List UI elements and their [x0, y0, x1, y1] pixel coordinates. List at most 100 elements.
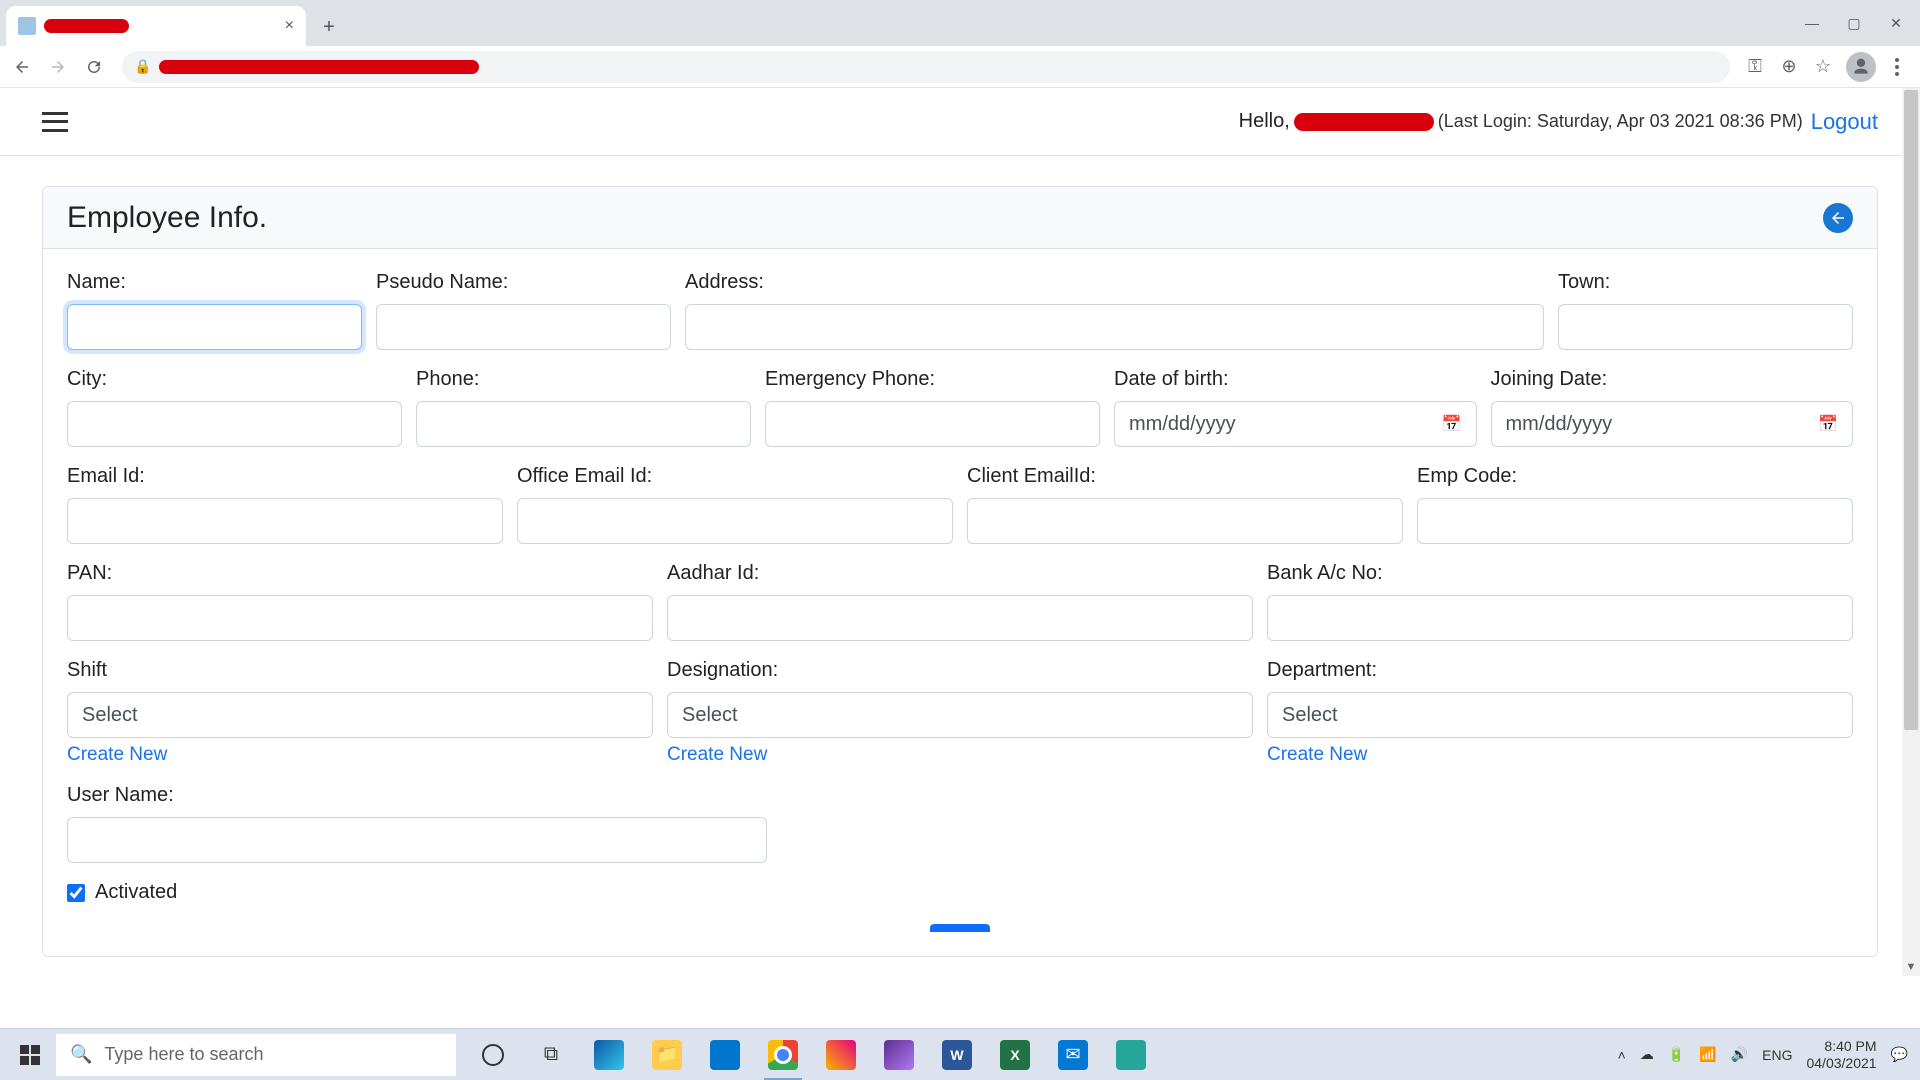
tray-chevron-icon[interactable]: ˄ [1618, 1047, 1626, 1063]
task-view-button[interactable]: ⧉ [522, 1029, 580, 1080]
pan-input[interactable] [67, 595, 653, 641]
tray-notifications-icon[interactable]: 💬 [1891, 1046, 1908, 1063]
search-icon: 🔍 [70, 1044, 92, 1065]
activated-label: Activated [95, 881, 177, 904]
activated-checkbox[interactable] [67, 884, 85, 902]
scroll-thumb[interactable] [1904, 90, 1918, 730]
pseudo-name-label: Pseudo Name: [376, 271, 671, 294]
office-email-label: Office Email Id: [517, 465, 953, 488]
visual-studio-taskbar-icon[interactable] [870, 1029, 928, 1080]
town-label: Town: [1558, 271, 1853, 294]
back-button[interactable] [1823, 203, 1853, 233]
page-scrollbar[interactable]: ▲ ▼ [1902, 88, 1920, 976]
office-email-input[interactable] [517, 498, 953, 544]
name-input[interactable] [67, 304, 362, 350]
window-maximize-button[interactable]: ▢ [1834, 7, 1874, 39]
email-input[interactable] [67, 498, 503, 544]
city-label: City: [67, 368, 402, 391]
bookmark-star-icon[interactable]: ☆ [1812, 56, 1834, 78]
aadhar-input[interactable] [667, 595, 1253, 641]
excel-taskbar-icon[interactable]: X [986, 1029, 1044, 1080]
mail-taskbar-icon[interactable]: ✉ [1044, 1029, 1102, 1080]
shift-create-new-link[interactable]: Create New [67, 744, 653, 766]
tray-wifi-icon[interactable]: 📶 [1699, 1046, 1716, 1063]
tab-title-redacted [44, 19, 129, 33]
url-omnibox[interactable]: 🔒 [122, 51, 1730, 83]
phone-input[interactable] [416, 401, 751, 447]
taskbar-search[interactable]: 🔍 Type here to search [56, 1034, 456, 1076]
city-input[interactable] [67, 401, 402, 447]
card-title: Employee Info. [67, 201, 267, 235]
logout-link[interactable]: Logout [1811, 109, 1878, 135]
windows-taskbar: 🔍 Type here to search ⧉ 📁 W X ✉ ˄ ☁ 🔋 📶 … [0, 1028, 1920, 1080]
client-email-input[interactable] [967, 498, 1403, 544]
designation-create-new-link[interactable]: Create New [667, 744, 1253, 766]
zoom-icon[interactable]: ⊕ [1778, 56, 1800, 78]
calendar-icon[interactable]: 📅 [1442, 414, 1462, 434]
app2-taskbar-icon[interactable] [1102, 1029, 1160, 1080]
designation-select[interactable]: Select [667, 692, 1253, 738]
new-tab-button[interactable]: + [314, 12, 344, 42]
app-header: Hello, (Last Login: Saturday, Apr 03 202… [0, 88, 1920, 156]
nav-back-icon[interactable] [8, 53, 36, 81]
department-create-new-link[interactable]: Create New [1267, 744, 1853, 766]
joining-date-input[interactable]: mm/dd/yyyy 📅 [1491, 401, 1854, 447]
browser-address-bar: 🔒 ⚿ ⊕ ☆ [0, 46, 1920, 88]
bank-label: Bank A/c No: [1267, 562, 1853, 585]
tray-volume-icon[interactable]: 🔊 [1731, 1046, 1748, 1063]
tray-time: 8:40 PM [1806, 1038, 1876, 1055]
department-label: Department: [1267, 659, 1853, 682]
profile-avatar-button[interactable] [1846, 52, 1876, 82]
calendar-icon[interactable]: 📅 [1818, 414, 1838, 434]
emp-code-label: Emp Code: [1417, 465, 1853, 488]
designation-label: Designation: [667, 659, 1253, 682]
app-taskbar-icon[interactable] [812, 1029, 870, 1080]
word-taskbar-icon[interactable]: W [928, 1029, 986, 1080]
department-select[interactable]: Select [1267, 692, 1853, 738]
pseudo-name-input[interactable] [376, 304, 671, 350]
dob-label: Date of birth: [1114, 368, 1477, 391]
username-redacted [1294, 113, 1434, 131]
scroll-down-icon[interactable]: ▼ [1902, 958, 1920, 976]
aadhar-label: Aadhar Id: [667, 562, 1253, 585]
emergency-phone-input[interactable] [765, 401, 1100, 447]
file-explorer-taskbar-icon[interactable]: 📁 [638, 1029, 696, 1080]
tray-battery-icon[interactable]: 🔋 [1668, 1046, 1685, 1063]
town-input[interactable] [1558, 304, 1853, 350]
employee-info-card: Employee Info. Name: Pseudo Name: [42, 186, 1878, 957]
browser-tabstrip: × + — ▢ ✕ [0, 0, 1920, 46]
bank-input[interactable] [1267, 595, 1853, 641]
hello-prefix: Hello, [1239, 110, 1290, 133]
address-input[interactable] [685, 304, 1544, 350]
window-close-button[interactable]: ✕ [1876, 7, 1916, 39]
username-input[interactable] [67, 817, 767, 863]
emp-code-input[interactable] [1417, 498, 1853, 544]
cortana-button[interactable] [464, 1029, 522, 1080]
phone-label: Phone: [416, 368, 751, 391]
browser-tab[interactable]: × [6, 6, 306, 46]
joining-placeholder: mm/dd/yyyy [1506, 413, 1613, 436]
browser-menu-button[interactable] [1888, 58, 1906, 76]
shift-select[interactable]: Select [67, 692, 653, 738]
password-key-icon[interactable]: ⚿ [1744, 56, 1766, 78]
nav-reload-icon[interactable] [80, 53, 108, 81]
dob-input[interactable]: mm/dd/yyyy 📅 [1114, 401, 1477, 447]
chrome-taskbar-icon[interactable] [754, 1029, 812, 1080]
joining-date-label: Joining Date: [1491, 368, 1854, 391]
edge-taskbar-icon[interactable] [580, 1029, 638, 1080]
tray-language[interactable]: ENG [1762, 1047, 1792, 1063]
start-button[interactable] [4, 1029, 56, 1080]
emergency-phone-label: Emergency Phone: [765, 368, 1100, 391]
tab-close-icon[interactable]: × [285, 17, 294, 35]
lock-icon: 🔒 [134, 58, 151, 75]
name-label: Name: [67, 271, 362, 294]
partial-button-peek [930, 924, 990, 932]
url-redacted [159, 60, 479, 74]
hamburger-menu-icon[interactable] [42, 112, 68, 132]
nav-forward-icon[interactable] [44, 53, 72, 81]
tray-onedrive-icon[interactable]: ☁ [1640, 1046, 1654, 1063]
tab-favicon [18, 17, 36, 35]
dell-taskbar-icon[interactable] [696, 1029, 754, 1080]
tray-clock[interactable]: 8:40 PM 04/03/2021 [1806, 1038, 1876, 1072]
window-minimize-button[interactable]: — [1792, 7, 1832, 39]
